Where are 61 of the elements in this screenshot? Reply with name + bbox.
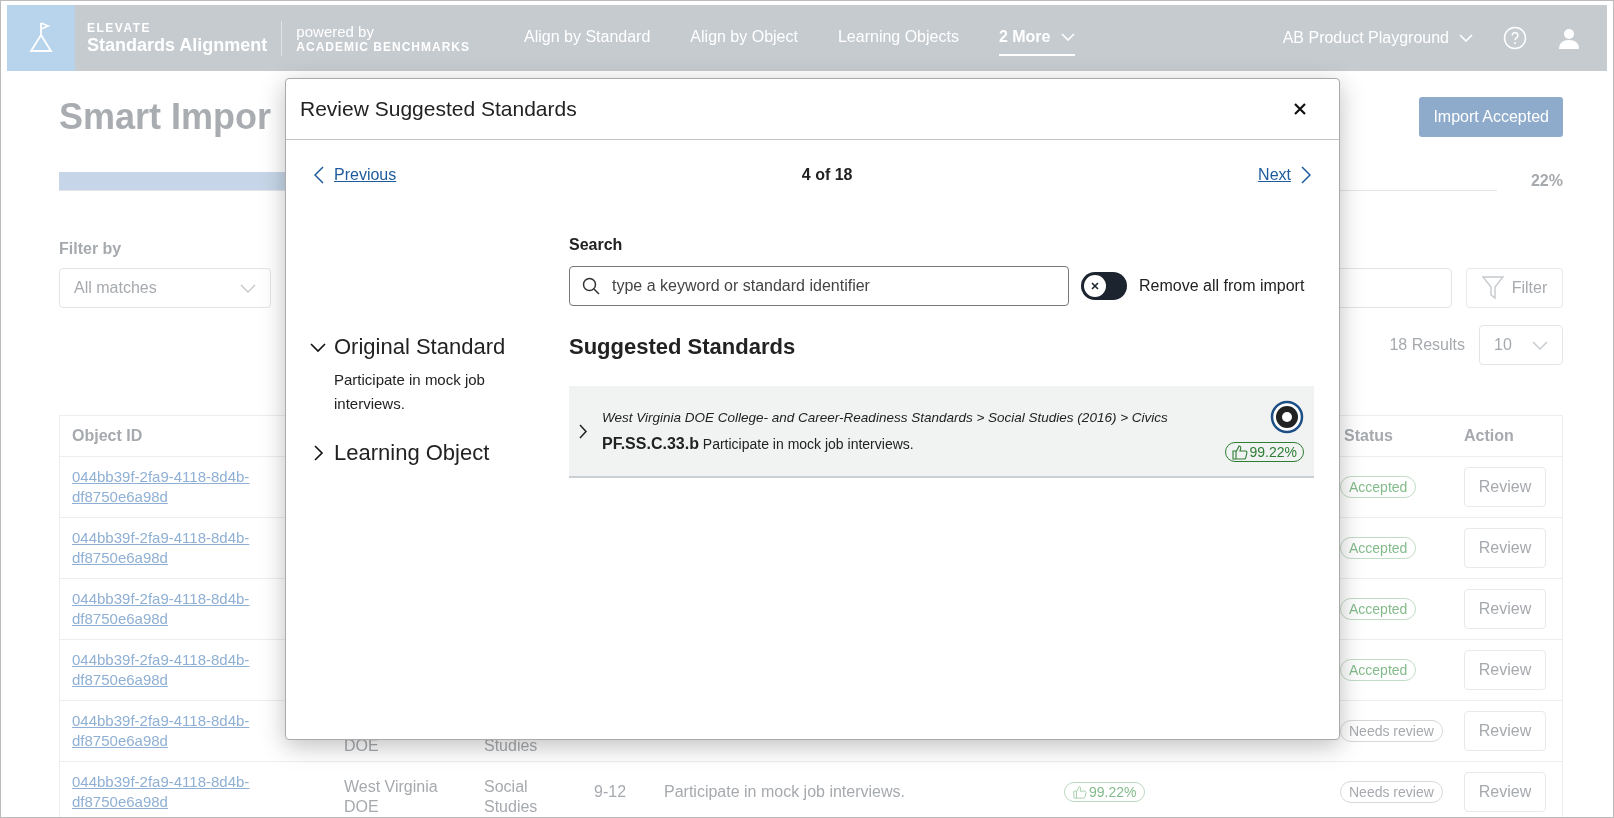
section-heading: Suggested Standards [569, 334, 797, 360]
object-id-link[interactable]: 044bb39f-2fa9-4118-8d4b-df8750e6a98d [60, 650, 287, 690]
object-id-link[interactable]: 044bb39f-2fa9-4118-8d4b-df8750e6a98d [60, 711, 287, 751]
suggestion-card[interactable]: West Virginia DOE College- and Career-Readiness Standards > Social Studies (2016) > Civics PF.SS.C.33.b Participate in mock job interviews. 99.22% [569, 386, 1314, 478]
search-label: Search [569, 236, 624, 254]
thumbs-up-icon [1073, 784, 1087, 799]
partner-name: ACADEMIC BENCHMARKS [296, 39, 471, 54]
review-button[interactable]: Review [1464, 772, 1546, 812]
review-button[interactable]: Review [1464, 589, 1546, 629]
chevron-right-icon[interactable] [1301, 166, 1311, 184]
previous-link[interactable]: Previous [314, 166, 397, 184]
brand-label: ELEVATE [87, 20, 153, 35]
object-id-link[interactable]: 044bb39f-2fa9-4118-8d4b-df8750e6a98d [60, 772, 287, 812]
standard-description: PF.SS.C.33.b Participate in mock job interviews. [602, 434, 915, 453]
next-link[interactable]: Next [1258, 166, 1311, 184]
x-icon [1090, 281, 1100, 291]
standard-path: West Virginia DOE College- and Career-Readiness Standards > Social Studies (2016) > Civics [602, 409, 1169, 425]
object-id-link[interactable]: 044bb39f-2fa9-4118-8d4b-df8750e6a98d [60, 467, 287, 507]
page-size-dropdown[interactable]: 10 [1479, 325, 1563, 365]
review-button[interactable]: Review [1464, 711, 1546, 751]
table-cell-text: West Virginia DOE [343, 777, 439, 817]
review-button[interactable]: Review [1464, 467, 1546, 507]
powered-by-label: powered by [296, 22, 375, 40]
nav-tab[interactable]: Align by Object [690, 20, 798, 56]
page-title: Smart Impor [59, 96, 272, 138]
column-header: Object ID [71, 427, 144, 445]
nav-tab[interactable]: Align by Standard [524, 20, 651, 56]
close-icon[interactable] [1293, 102, 1307, 116]
review-button[interactable]: Review [1464, 528, 1546, 568]
import-accepted-button[interactable]: Import Accepted [1419, 97, 1563, 137]
column-header: Status [1343, 427, 1394, 445]
radio-button[interactable] [1270, 400, 1304, 434]
section-toggle[interactable]: Original Standard [310, 334, 506, 360]
dialog-title: Review Suggested Standards [300, 97, 577, 121]
review-button[interactable]: Review [1464, 650, 1546, 690]
object-id-link[interactable]: 044bb39f-2fa9-4118-8d4b-df8750e6a98d [60, 589, 287, 629]
thumbs-up-icon [1231, 444, 1248, 460]
page-position: 4 of 18 [801, 166, 853, 184]
filter-label: Filter by [59, 240, 122, 258]
standard-search-field[interactable]: type a keyword or standard identifier [569, 266, 1069, 306]
filter-icon [1481, 276, 1504, 300]
standard-text: Participate in mock job interviews. [334, 370, 486, 414]
results-count: 18 Results [1389, 336, 1465, 354]
toggle-label: Remove all from import [1139, 277, 1305, 295]
match-filter-dropdown[interactable]: All matches [59, 268, 271, 308]
section-toggle[interactable]: Learning Object [310, 440, 490, 466]
progress-percent: 22% [1530, 172, 1563, 190]
table-cell-text: Studies [483, 736, 539, 756]
filter-button[interactable]: Filter [1466, 268, 1563, 308]
brand-name: Standards Alignment [87, 34, 268, 56]
workspace-menu[interactable]: AB Product Playground [1282, 29, 1473, 47]
nav-tab[interactable]: Learning Objects [837, 20, 959, 56]
chevron-left-icon[interactable] [314, 166, 324, 184]
toggle-switch[interactable] [1081, 272, 1127, 300]
expand-icon[interactable] [579, 423, 588, 439]
table-cell-text: Participate in mock job interviews. [663, 783, 906, 801]
table-cell-text: Social Studies [483, 777, 539, 817]
object-id-link[interactable]: 044bb39f-2fa9-4118-8d4b-df8750e6a98d [60, 528, 287, 568]
nav-tab[interactable]: 2 More [998, 20, 1075, 56]
column-header: Action [1463, 427, 1515, 445]
table-cell-text: 9-12 [593, 783, 628, 801]
